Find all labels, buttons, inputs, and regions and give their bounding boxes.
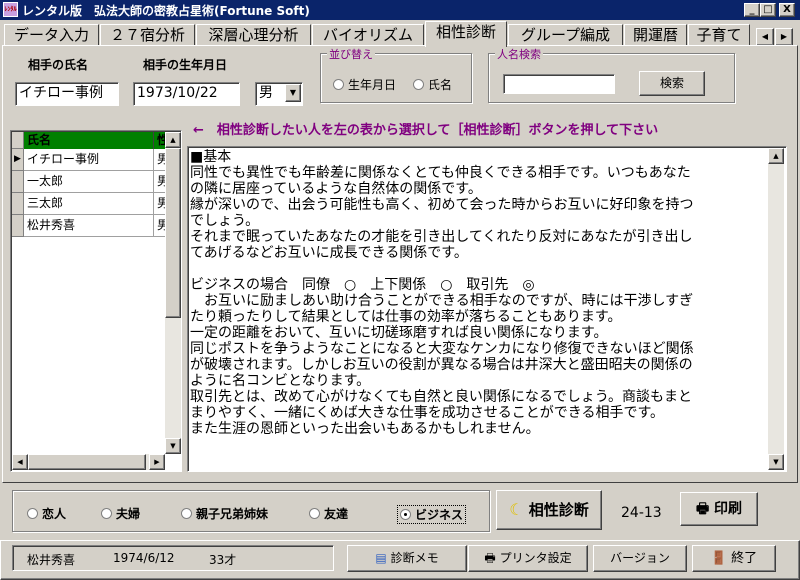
status-person-panel: 松井秀喜 1974/6/12 33才	[12, 545, 334, 571]
relation-spouse-radio[interactable]: 夫婦	[101, 505, 140, 522]
printer-icon: 🖶	[484, 551, 496, 565]
print-button-label: 印刷	[714, 501, 743, 517]
radio-icon	[413, 79, 424, 90]
chevron-down-icon[interactable]: ▼	[285, 84, 301, 102]
printer-settings-label: プリンタ設定	[499, 551, 572, 565]
grid-header-name[interactable]: 氏名	[24, 132, 154, 149]
sort-group-title: 並び替え	[327, 46, 375, 62]
diagnose-button[interactable]: ☾ 相性診断	[496, 490, 602, 530]
relation-friend-label: 友達	[324, 507, 349, 521]
partner-birth-label: 相手の生年月日	[143, 58, 228, 72]
tab-deep-psychology[interactable]: 深層心理分析	[196, 24, 311, 46]
grid-cell-name[interactable]: 一太郎	[24, 171, 154, 193]
sort-by-birth-label: 生年月日	[348, 78, 397, 92]
printer-icon: 🖶	[695, 501, 710, 517]
search-button[interactable]: 検索	[639, 71, 705, 96]
tab-data-entry[interactable]: データ入力	[4, 24, 99, 46]
moon-icon: ☾	[509, 500, 524, 519]
tab-compatibility[interactable]: 相性診断	[425, 21, 507, 47]
current-row-indicator-icon: ▶	[12, 149, 24, 171]
radio-icon	[101, 508, 112, 519]
radio-selected-icon	[400, 509, 411, 520]
memo-icon: ▤	[375, 551, 387, 565]
partner-name-label: 相手の氏名	[28, 58, 89, 72]
exit-button[interactable]: 🚪 終了	[692, 545, 776, 572]
partner-birth-input[interactable]: 1973/10/22	[133, 82, 240, 106]
relation-type-group: 恋人 夫婦 親子兄弟姉妹 友達 ビジネス	[12, 490, 490, 532]
relation-friend-radio[interactable]: 友達	[309, 505, 348, 522]
grid-scroll-thumb[interactable]	[165, 148, 181, 318]
name-search-group: 人名検索 検索	[488, 46, 735, 103]
title-bar[interactable]: ﾚﾝﾀﾙ レンタル版 弘法大師の密教占星術(Fortune Soft) _ □ …	[0, 0, 800, 20]
sort-by-name-radio[interactable]: 氏名	[413, 76, 452, 93]
relation-lover-label: 恋人	[42, 507, 67, 521]
radio-icon	[333, 79, 344, 90]
grid-cell-name[interactable]: イチロー事例	[24, 149, 154, 171]
exit-button-label: 終了	[731, 551, 758, 566]
relation-family-label: 親子兄弟姉妹	[196, 507, 269, 521]
sort-by-birth-radio[interactable]: 生年月日	[333, 76, 396, 93]
result-text-area[interactable]: ■基本 同性でも異性でも年齢差に関係なくとても仲良くできる相手です。いつもあなた…	[187, 146, 787, 472]
gender-select[interactable]: 男 ▼	[255, 82, 303, 106]
tab-scroll-left-button[interactable]: ◀	[756, 28, 774, 46]
window-title: レンタル版 弘法大師の密教占星術(Fortune Soft)	[22, 4, 310, 18]
scroll-right-icon[interactable]: ▶	[149, 454, 165, 470]
sort-by-name-label: 氏名	[428, 78, 453, 92]
relation-family-radio[interactable]: 親子兄弟姉妹	[181, 505, 268, 522]
print-button[interactable]: 🖶 印刷	[680, 492, 758, 526]
version-button[interactable]: バージョン	[593, 545, 687, 572]
grid-vertical-scrollbar[interactable]: ▲ ▼	[165, 132, 181, 454]
grid-horizontal-scrollbar[interactable]: ◀ ▶	[12, 454, 165, 470]
diagnosis-memo-button[interactable]: ▤ 診断メモ	[347, 545, 467, 572]
tab-scroll-right-button[interactable]: ▶	[775, 28, 793, 46]
tab-group[interactable]: グループ編成	[508, 24, 623, 46]
scroll-up-icon[interactable]: ▲	[768, 148, 784, 164]
grid-hscroll-thumb[interactable]	[28, 454, 146, 470]
tab-biorhythm[interactable]: バイオリズム	[312, 24, 424, 46]
gender-value: 男	[259, 85, 273, 101]
tab-childcare[interactable]: 子育て	[688, 24, 750, 46]
tab-luck-calendar[interactable]: 開運暦	[624, 24, 687, 46]
radio-icon	[27, 508, 38, 519]
sort-group: 並び替え 生年月日 氏名	[320, 46, 472, 103]
tab-27-mansions[interactable]: ２７宿分析	[100, 24, 195, 46]
partner-name-input[interactable]: イチロー事例	[15, 82, 119, 106]
diagnosis-memo-label: 診断メモ	[390, 551, 439, 565]
grid-cell-name[interactable]: 三太郎	[24, 193, 154, 215]
grid-cell-name[interactable]: 松井秀喜	[24, 215, 154, 237]
status-birth: 1974/6/12	[113, 551, 175, 565]
relation-business-radio[interactable]: ビジネス	[397, 505, 467, 524]
name-search-title: 人名検索	[495, 46, 543, 62]
instruction-text: ← 相性診断したい人を左の表から選択して［相性診断］ボタンを押して下さい	[193, 123, 659, 138]
minimize-button[interactable]: _	[744, 3, 760, 17]
radio-icon	[309, 508, 320, 519]
close-button[interactable]: X	[779, 3, 795, 17]
name-search-input[interactable]	[503, 74, 615, 94]
exit-door-icon: 🚪	[710, 551, 728, 566]
scroll-left-icon[interactable]: ◀	[12, 454, 28, 470]
person-grid[interactable]: 氏名 性別 ▶ イチロー事例 男 一太郎 男 三太郎 男 松井秀喜 男 ▲ ▼ …	[10, 130, 182, 472]
row-indicator	[12, 193, 24, 215]
relation-business-label: ビジネス	[415, 508, 464, 522]
app-icon[interactable]: ﾚﾝﾀﾙ	[3, 2, 18, 17]
compatibility-code: 24-13	[621, 505, 662, 521]
scroll-down-icon[interactable]: ▼	[768, 454, 784, 470]
result-vertical-scrollbar[interactable]: ▲ ▼	[768, 148, 784, 470]
row-indicator	[12, 215, 24, 237]
status-age: 33才	[209, 553, 237, 567]
diagnose-button-label: 相性診断	[528, 501, 589, 519]
scroll-up-icon[interactable]: ▲	[165, 132, 181, 148]
status-name: 松井秀喜	[27, 553, 76, 567]
result-text[interactable]: ■基本 同性でも異性でも年齢差に関係なくとても仲良くできる相手です。いつもあなた…	[190, 149, 770, 449]
relation-spouse-label: 夫婦	[116, 507, 141, 521]
radio-icon	[181, 508, 192, 519]
grid-corner	[12, 132, 24, 149]
printer-settings-button[interactable]: 🖶 プリンタ設定	[468, 545, 588, 572]
maximize-button[interactable]: □	[760, 3, 776, 17]
row-indicator	[12, 171, 24, 193]
scroll-down-icon[interactable]: ▼	[165, 438, 181, 454]
relation-lover-radio[interactable]: 恋人	[27, 505, 66, 522]
